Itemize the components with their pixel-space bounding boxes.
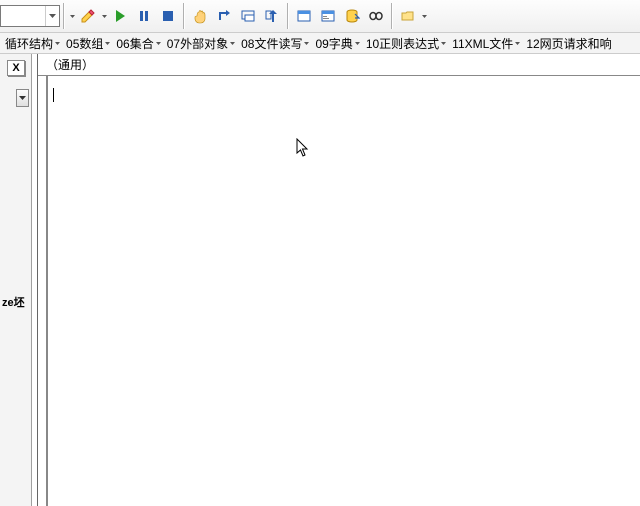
window-icon[interactable]: [293, 5, 315, 27]
menu-08-file-rw[interactable]: 08文件读写: [238, 33, 312, 54]
toolbar-dropdown-icon[interactable]: [68, 15, 76, 18]
toolbar-separator: [391, 3, 393, 29]
menu-12-web-request[interactable]: 12网页请求和响: [523, 33, 614, 54]
menu-loop-structure[interactable]: 循环结构: [2, 33, 63, 54]
chevron-down-icon[interactable]: [45, 6, 59, 26]
ze-label: ze坯: [2, 294, 25, 310]
combo-box[interactable]: [0, 5, 60, 27]
stop-icon[interactable]: [157, 5, 179, 27]
pause-icon[interactable]: [133, 5, 155, 27]
menu-10-regex[interactable]: 10正则表达式: [363, 33, 449, 54]
database-icon[interactable]: [341, 5, 363, 27]
step-into-icon[interactable]: [213, 5, 235, 27]
step-out-icon[interactable]: [261, 5, 283, 27]
properties-icon[interactable]: [317, 5, 339, 27]
step-over-icon[interactable]: [237, 5, 259, 27]
left-pane: X ze坯: [0, 54, 32, 506]
left-dropdown-icon[interactable]: [16, 89, 29, 107]
code-editor[interactable]: [46, 76, 640, 506]
cursor-icon: [296, 138, 310, 161]
edit-icon[interactable]: [77, 5, 99, 27]
main-area: X ze坯 （通用）: [0, 54, 640, 506]
menu-05-array[interactable]: 05数组: [63, 33, 113, 54]
menu-07-external-object[interactable]: 07外部对象: [164, 33, 238, 54]
editor-pane: （通用）: [37, 54, 640, 506]
menubar: 循环结构 05数组 06集合 07外部对象 08文件读写 09字典 10正则表达…: [0, 33, 640, 54]
menu-06-collection[interactable]: 06集合: [113, 33, 163, 54]
editor-scope-dropdown[interactable]: （通用）: [38, 54, 640, 76]
link-icon[interactable]: [365, 5, 387, 27]
editor-scope-label: （通用）: [46, 56, 94, 73]
toolbar-separator: [183, 3, 185, 29]
toolbar-separator: [287, 3, 289, 29]
folder-icon[interactable]: [397, 5, 419, 27]
menu-09-dictionary[interactable]: 09字典: [312, 33, 362, 54]
menu-11-xml-file[interactable]: 11XML文件: [449, 33, 523, 54]
toolbar-separator: [63, 3, 65, 29]
close-icon[interactable]: X: [7, 60, 25, 76]
toolbar: [0, 0, 640, 33]
text-cursor: [53, 88, 54, 102]
toolbar-dropdown-icon[interactable]: [100, 15, 108, 18]
hand-icon[interactable]: [189, 5, 211, 27]
toolbar-dropdown-icon[interactable]: [420, 15, 428, 18]
play-icon[interactable]: [109, 5, 131, 27]
